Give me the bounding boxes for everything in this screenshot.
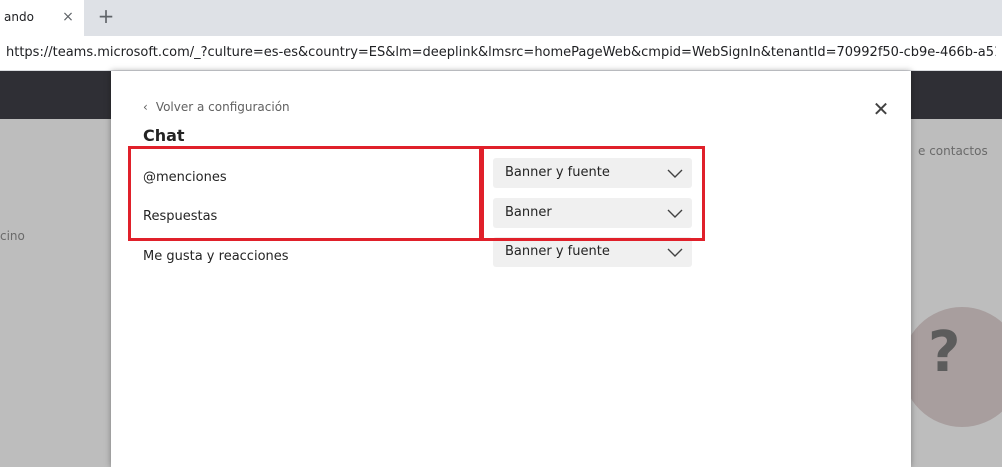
settings-modal: ‹ Volver a configuración ✕ Chat @mencione… bbox=[111, 71, 911, 467]
new-tab-icon[interactable]: + bbox=[96, 6, 116, 26]
row-label-likes-reactions: Me gusta y reacciones bbox=[143, 249, 289, 264]
close-icon[interactable]: ✕ bbox=[871, 99, 891, 119]
section-title: Chat bbox=[143, 126, 185, 145]
chevron-down-icon bbox=[667, 248, 683, 257]
tab-strip: ando × + bbox=[0, 0, 1002, 36]
chevron-left-icon: ‹ bbox=[143, 100, 148, 114]
url-text[interactable]: https://teams.microsoft.com/_?culture=es… bbox=[6, 45, 996, 60]
tab-title: ando bbox=[4, 10, 34, 24]
browser-tab[interactable]: ando × bbox=[0, 0, 84, 36]
help-icon: ? bbox=[928, 320, 961, 385]
select-value: Banner y fuente bbox=[505, 244, 610, 259]
back-label: Volver a configuración bbox=[155, 100, 290, 114]
tab-close-icon[interactable]: × bbox=[60, 9, 76, 25]
annotation-box-selects bbox=[481, 146, 705, 241]
address-bar[interactable]: https://teams.microsoft.com/_?culture=es… bbox=[0, 36, 1002, 71]
back-to-settings-link[interactable]: ‹ Volver a configuración bbox=[143, 100, 290, 114]
likes-reactions-select[interactable]: Banner y fuente bbox=[493, 237, 692, 267]
annotation-box-labels bbox=[128, 146, 482, 241]
background-text-right: e contactos bbox=[918, 144, 988, 158]
background-text-left: cino bbox=[0, 229, 25, 243]
